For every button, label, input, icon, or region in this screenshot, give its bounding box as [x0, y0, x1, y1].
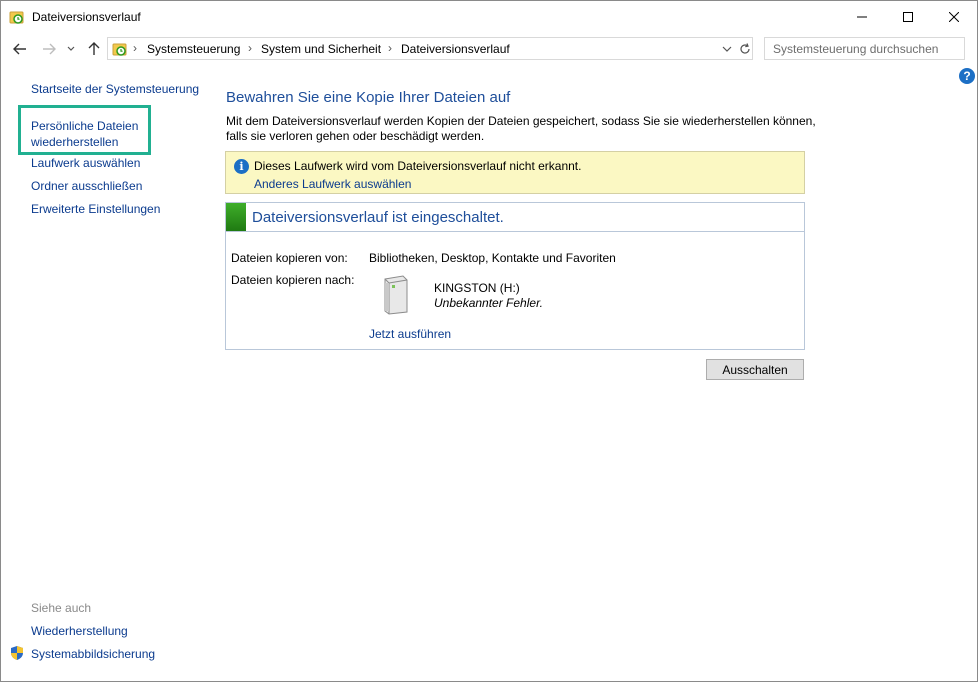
shield-icon [11, 646, 23, 660]
breadcrumb-separator-icon[interactable]: › [388, 41, 392, 55]
drive-status: Unbekannter Fehler. [434, 296, 543, 310]
file-history-window: Dateiversionsverlauf › Systemsteuerung ›… [0, 0, 978, 682]
maximize-button[interactable] [885, 1, 931, 32]
left-pane: Startseite der Systemsteuerung Persönlic… [1, 63, 211, 681]
info-message: Dieses Laufwerk wird vom Dateiversionsve… [254, 159, 582, 173]
search-input[interactable] [773, 39, 963, 59]
breadcrumb-separator-icon[interactable]: › [248, 41, 252, 55]
status-title: Dateiversionsverlauf ist eingeschaltet. [252, 209, 504, 226]
info-icon: i [234, 159, 249, 174]
chevron-down-icon [722, 46, 732, 52]
breadcrumb-item-file-history[interactable]: Dateiversionsverlauf [401, 42, 510, 56]
breadcrumb-item-system-security[interactable]: System und Sicherheit [261, 42, 381, 56]
advanced-settings-link[interactable]: Erweiterte Einstellungen [31, 202, 160, 216]
refresh-button[interactable] [738, 41, 752, 57]
run-now-link[interactable]: Jetzt ausführen [369, 327, 451, 341]
forward-button[interactable] [39, 39, 59, 59]
file-history-icon [9, 11, 24, 24]
restore-personal-files-link[interactable]: Persönliche Dateien wiederherstellen [31, 118, 141, 150]
back-button[interactable] [10, 39, 30, 59]
system-image-backup-link[interactable]: Systemabbildsicherung [31, 647, 155, 661]
highlight-box: Persönliche Dateien wiederherstellen [18, 105, 151, 155]
up-button[interactable] [84, 39, 104, 59]
back-arrow-icon [13, 43, 26, 55]
address-dropdown-button[interactable] [720, 41, 734, 57]
page-description: Mit dem Dateiversionsverlauf werden Kopi… [226, 114, 816, 143]
status-indicator [226, 203, 246, 231]
select-other-drive-link[interactable]: Anderes Laufwerk auswählen [254, 177, 411, 191]
search-box[interactable] [764, 37, 965, 60]
refresh-icon [740, 43, 750, 54]
forward-arrow-icon [43, 43, 56, 55]
copy-from-label: Dateien kopieren von: [231, 251, 348, 265]
address-bar[interactable]: › Systemsteuerung › System und Sicherhei… [107, 37, 753, 60]
help-icon[interactable]: ? [959, 68, 975, 84]
info-bar: i Dieses Laufwerk wird vom Dateiversions… [225, 151, 805, 194]
minimize-button[interactable] [839, 1, 885, 32]
title-bar: Dateiversionsverlauf [1, 1, 977, 32]
see-also-heading: Siehe auch [31, 601, 92, 615]
drive-icon [384, 275, 408, 315]
copy-from-value: Bibliotheken, Desktop, Kontakte und Favo… [369, 251, 616, 265]
turn-off-button[interactable]: Ausschalten [706, 359, 804, 380]
exclude-folders-link[interactable]: Ordner ausschließen [31, 179, 142, 193]
select-drive-link[interactable]: Laufwerk auswählen [31, 156, 140, 170]
drive-name: KINGSTON (H:) [434, 281, 520, 295]
copy-to-label: Dateien kopieren nach: [231, 273, 355, 287]
close-button[interactable] [931, 1, 977, 32]
recovery-link[interactable]: Wiederherstellung [31, 624, 128, 638]
page-title: Bewahren Sie eine Kopie Ihrer Dateien au… [226, 89, 511, 106]
breadcrumb-separator-icon[interactable]: › [133, 41, 137, 55]
window-title: Dateiversionsverlauf [32, 10, 141, 24]
minimize-icon [857, 16, 867, 17]
up-arrow-icon [88, 42, 100, 55]
navigation-row: › Systemsteuerung › System und Sicherhei… [1, 36, 977, 62]
close-icon [949, 11, 959, 22]
status-panel: Dateiversionsverlauf ist eingeschaltet. … [225, 202, 805, 350]
control-panel-icon [112, 43, 127, 56]
breadcrumb-item-control-panel[interactable]: Systemsteuerung [147, 42, 240, 56]
recent-locations-button[interactable] [64, 39, 78, 59]
maximize-icon [903, 11, 913, 22]
status-header: Dateiversionsverlauf ist eingeschaltet. [226, 203, 804, 232]
chevron-down-icon [67, 46, 75, 51]
control-panel-home-link[interactable]: Startseite der Systemsteuerung [31, 82, 199, 96]
